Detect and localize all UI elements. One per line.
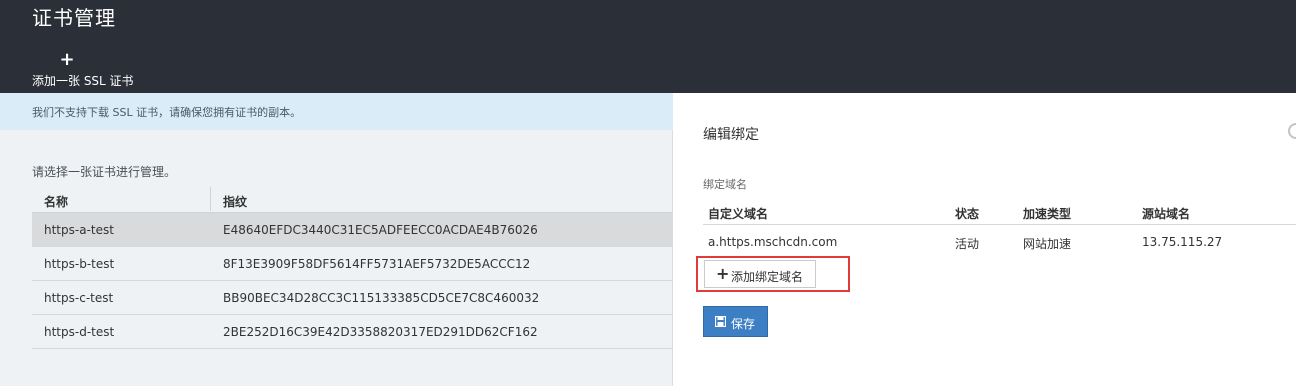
save-icon — [715, 316, 726, 327]
column-header-custom-domain: 自定义域名 — [708, 207, 769, 221]
save-button[interactable]: 保存 — [703, 306, 768, 337]
table-row[interactable]: https-b-test 8F13E3909F58DF5614FF5731AEF… — [32, 247, 673, 281]
accel-type-value: 网站加速 — [1023, 237, 1072, 251]
top-header: 证书管理 + 添加一张 SSL 证书 — [0, 0, 1296, 93]
table-row[interactable]: https-a-test E48640EFDC3440C31EC5ADFEECC… — [32, 213, 673, 247]
cert-fingerprint: E48640EFDC3440C31EC5ADFEECC0ACDAE4B76026 — [223, 223, 538, 237]
cert-table: 名称 指纹 https-a-test E48640EFDC3440C31EC5A… — [32, 185, 673, 349]
column-header-origin-domain: 源站域名 — [1142, 207, 1191, 221]
info-notice: 我们不支持下载 SSL 证书，请确保您拥有证书的副本。 — [0, 93, 673, 130]
origin-domain-value: 13.75.115.27 — [1142, 235, 1223, 249]
edit-binding-title: 编辑绑定 — [703, 127, 759, 143]
column-header-accel-type: 加速类型 — [1023, 207, 1072, 221]
add-ssl-cert-label: 添加一张 SSL 证书 — [32, 74, 134, 88]
cert-list-panel: 我们不支持下载 SSL 证书，请确保您拥有证书的副本。 请选择一张证书进行管理。… — [0, 93, 673, 386]
add-ssl-cert-button[interactable]: + 添加一张 SSL 证书 — [28, 51, 138, 89]
save-label: 保存 — [731, 317, 756, 331]
cert-fingerprint: 2BE252D16C39E42D3358820317ED291DD62CF162 — [223, 325, 538, 339]
cert-fingerprint: 8F13E3909F58DF5614FF5731AEF5732DE5ACCC12 — [223, 257, 531, 271]
scroll-handle-icon[interactable] — [1288, 123, 1296, 139]
column-divider — [210, 187, 211, 211]
page-title: 证书管理 — [32, 6, 116, 30]
bind-domain-label: 绑定域名 — [703, 178, 747, 191]
plus-icon: + — [59, 49, 75, 70]
column-header-name[interactable]: 名称 — [44, 193, 68, 210]
info-notice-text: 我们不支持下载 SSL 证书，请确保您拥有证书的副本。 — [32, 106, 302, 119]
column-header-status: 状态 — [955, 207, 980, 221]
cert-name: https-d-test — [44, 325, 115, 339]
cert-fingerprint: BB90BEC34D28CC3C115133385CD5CE7C8C460032 — [223, 291, 540, 305]
cert-name: https-b-test — [44, 257, 115, 271]
table-row[interactable]: https-c-test BB90BEC34D28CC3C115133385CD… — [32, 281, 673, 315]
edit-binding-panel: 编辑绑定 绑定域名 自定义域名 状态 加速类型 源站域名 a.https.msc… — [674, 93, 1296, 386]
cert-table-header: 名称 指纹 — [32, 185, 673, 213]
table-row[interactable]: a.https.mschcdn.com 活动 网站加速 13.75.115.27 — [703, 230, 1296, 256]
table-row[interactable]: https-d-test 2BE252D16C39E42D3358820317E… — [32, 315, 673, 349]
status-value: 活动 — [955, 237, 980, 251]
cert-name: https-a-test — [44, 223, 114, 237]
binding-table-header: 自定义域名 状态 加速类型 源站域名 — [703, 199, 1296, 225]
highlight-annotation-box — [696, 256, 850, 292]
select-hint: 请选择一张证书进行管理。 — [32, 165, 177, 179]
column-header-fingerprint[interactable]: 指纹 — [223, 193, 247, 210]
cert-name: https-c-test — [44, 291, 114, 305]
custom-domain-value: a.https.mschcdn.com — [708, 235, 838, 249]
